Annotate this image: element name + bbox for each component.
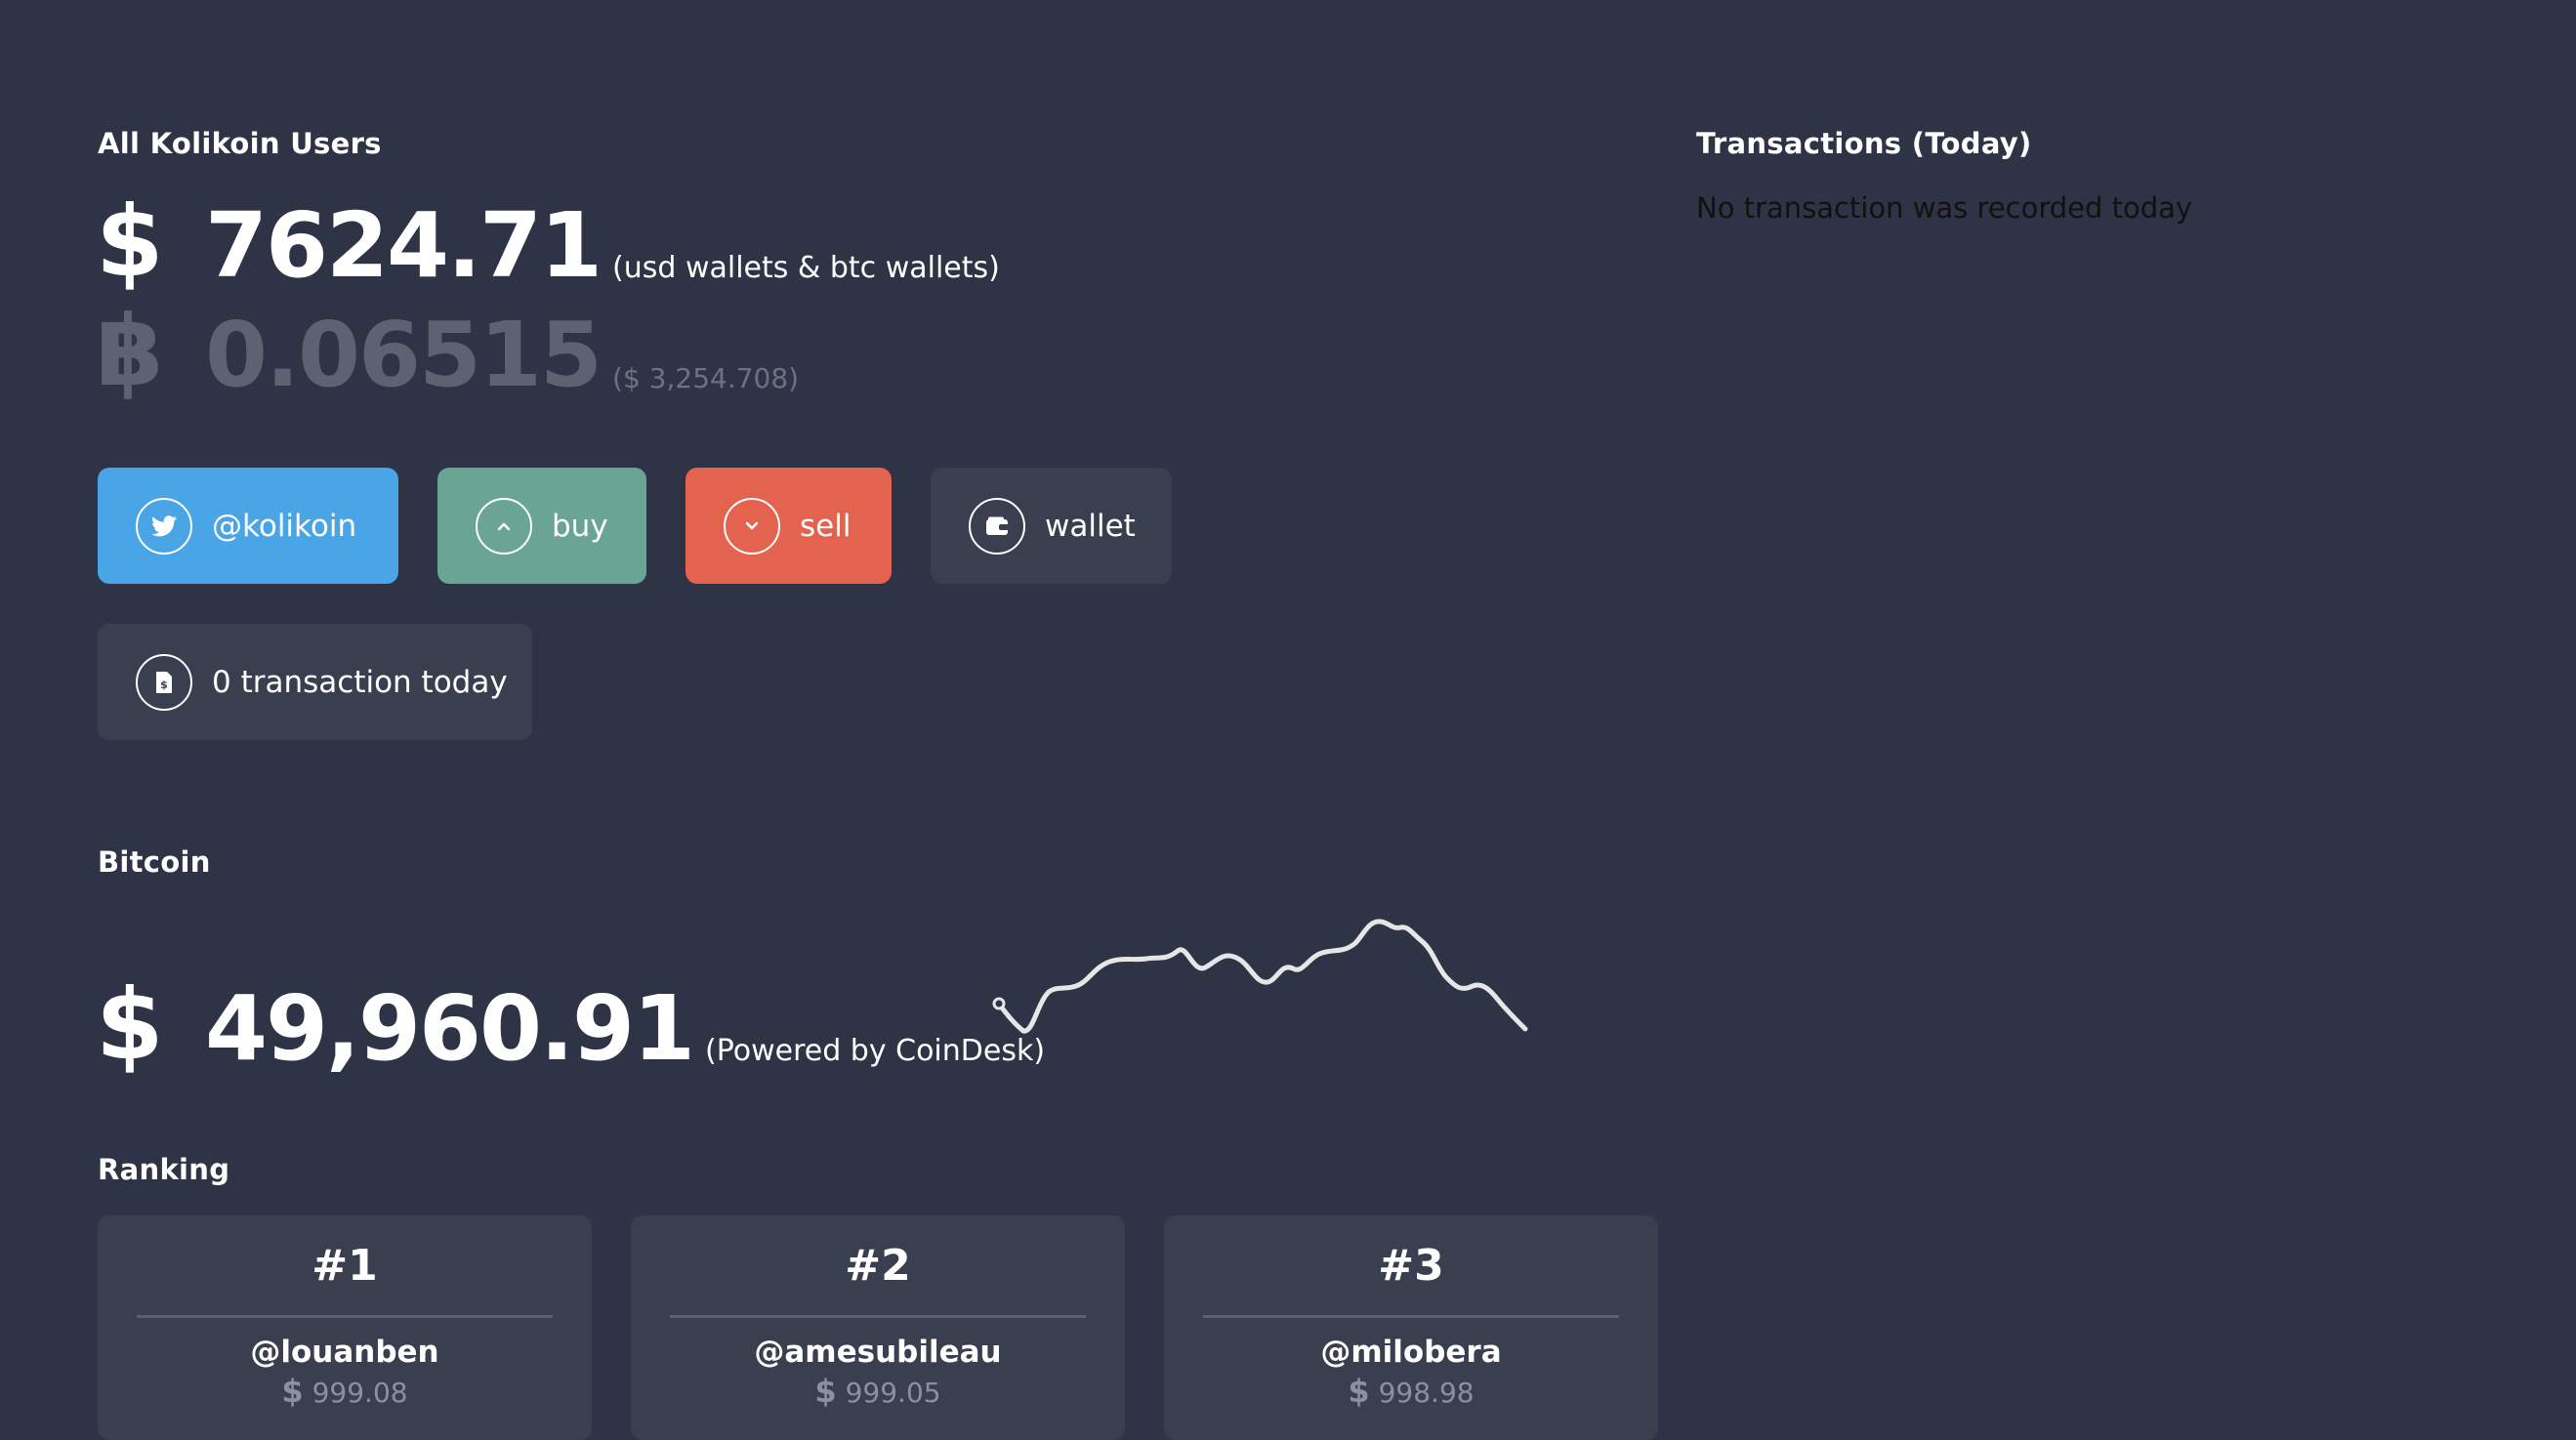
ranking-divider [137,1315,553,1318]
bitcoin-sparkline-line [996,919,1528,1034]
ranking-divider [1203,1315,1619,1318]
ranking-card-1[interactable]: #1 @louanben $ 999.08 [98,1215,592,1440]
bitcoin-symbol: ฿ [96,294,164,408]
bitcoin-sparkline [992,919,1528,1034]
ranking-card-2[interactable]: #2 @amesubileau $ 999.05 [631,1215,1125,1440]
usd-total-row: $ 7624.71 (usd wallets & btc wallets) [96,193,1000,291]
ranking-amount: 999.05 [845,1377,941,1409]
wallet-icon [969,497,1025,555]
ranking-position: #2 [845,1241,911,1291]
sell-button-label: sell [800,508,852,544]
dollar-symbol: $ [1348,1373,1370,1410]
buy-button-label: buy [552,508,608,544]
transactions-empty-message: No transaction was recorded today [1696,191,2193,225]
wallet-button[interactable]: wallet [931,468,1172,584]
dollar-symbol: $ [281,1373,304,1410]
wallet-button-label: wallet [1045,508,1136,544]
chevron-up-icon [476,497,532,555]
btc-total-row: ฿ 0.06515 ($ 3,254.708) [96,303,799,400]
btc-total-note: ($ 3,254.708) [612,362,800,394]
ranking-position: #1 [312,1241,378,1291]
svg-text:$: $ [160,679,168,691]
ranking-position: #3 [1378,1241,1444,1291]
transactions-today-button[interactable]: $ 0 transaction today [98,624,532,740]
chevron-down-icon [724,497,780,555]
ranking-amount-row: $ 998.98 [1164,1376,1658,1407]
ranking-amount: 998.98 [1378,1377,1475,1409]
usd-total-note: (usd wallets & btc wallets) [612,251,1000,285]
ranking-amount-row: $ 999.05 [631,1376,1125,1407]
summary-title: All Kolikoin Users [98,127,382,160]
ranking-divider [670,1315,1086,1318]
document-dollar-icon: $ [136,653,192,711]
ranking-title: Ranking [98,1153,230,1186]
transactions-today-label: 0 transaction today [212,664,508,700]
bitcoin-sparkline-start-point [992,997,1006,1010]
bitcoin-price-row: $ 49,960.91 (Powered by CoinDesk) [96,976,1045,1074]
dollar-symbol: $ [814,1373,837,1410]
ranking-amount: 999.08 [312,1377,408,1409]
ranking-user: @milobera [1320,1335,1502,1370]
transactions-title: Transactions (Today) [1696,127,2032,160]
dollar-symbol: $ [96,185,164,299]
ranking-user: @amesubileau [754,1335,1002,1370]
twitter-button[interactable]: @kolikoin [98,468,398,584]
ranking-user: @louanben [250,1335,439,1370]
bitcoin-section-title: Bitcoin [98,845,211,879]
bitcoin-price: 49,960.91 [205,976,695,1081]
sell-button[interactable]: sell [686,468,892,584]
ranking-amount-row: $ 999.08 [98,1376,592,1407]
usd-total: 7624.71 [205,193,602,298]
ranking-card-3[interactable]: #3 @milobera $ 998.98 [1164,1215,1658,1440]
dollar-symbol: $ [96,967,164,1082]
btc-total: 0.06515 [205,303,602,407]
twitter-button-label: @kolikoin [212,508,357,544]
twitter-bird-icon [136,497,192,555]
buy-button[interactable]: buy [437,468,646,584]
